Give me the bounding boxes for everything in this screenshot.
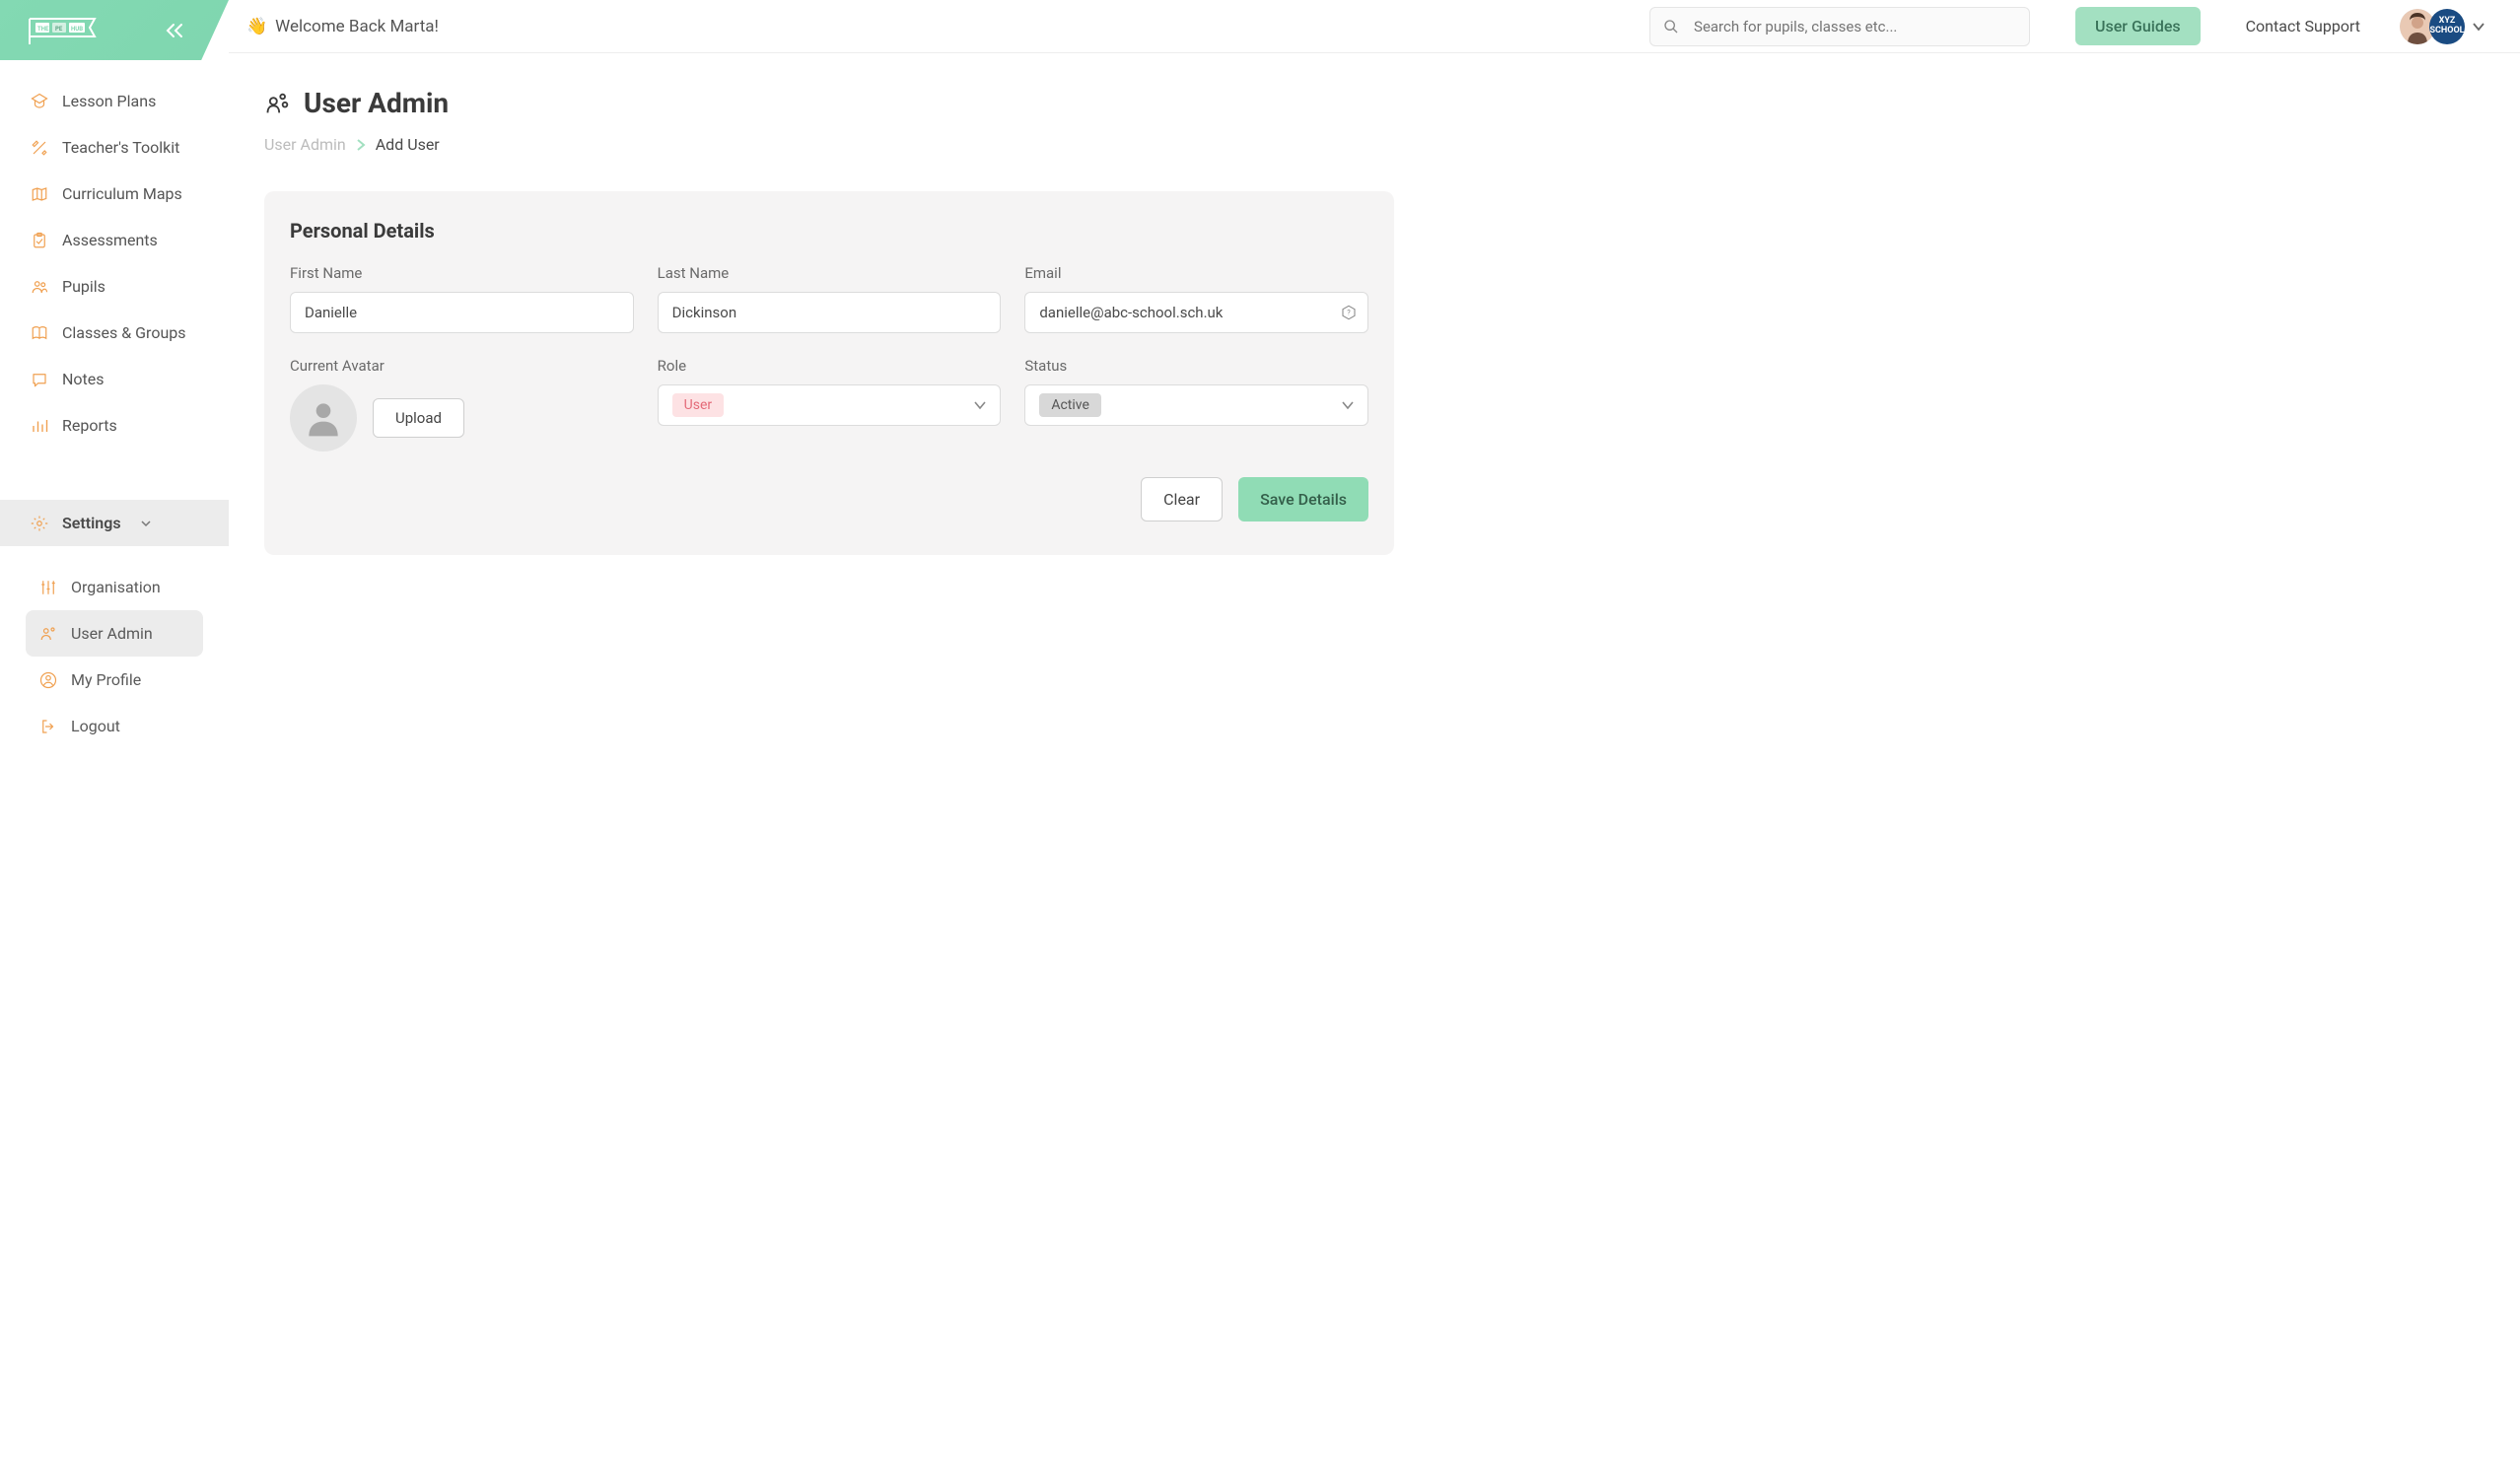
nav-pupils[interactable]: Pupils xyxy=(0,263,229,310)
search-icon xyxy=(1663,19,1679,35)
nav-teachers-toolkit[interactable]: Teacher's Toolkit xyxy=(0,124,229,171)
nav-label: Reports xyxy=(62,416,117,435)
chevron-down-icon xyxy=(2473,22,2485,32)
first-name-input[interactable] xyxy=(290,292,634,333)
chevron-down-icon xyxy=(974,400,986,410)
wave-emoji: 👋 xyxy=(246,17,267,36)
svg-text:PE: PE xyxy=(55,26,63,33)
book-open-icon xyxy=(31,324,48,342)
tools-icon xyxy=(31,139,48,157)
sidebar: THE PE HUB Lesson Plans Teacher's Toolki… xyxy=(0,0,229,1459)
role-badge: User xyxy=(672,393,724,417)
welcome-text: Welcome Back Marta! xyxy=(275,17,439,36)
nav-label: Classes & Groups xyxy=(62,323,186,342)
graduation-cap-icon xyxy=(31,93,48,110)
main: 👋 Welcome Back Marta! User Guides Contac… xyxy=(229,0,2520,1459)
last-name-label: Last Name xyxy=(658,264,1002,282)
sub-nav-logout[interactable]: Logout xyxy=(0,703,229,749)
welcome-message: 👋 Welcome Back Marta! xyxy=(246,17,439,36)
content: User Admin User Admin Add User Personal … xyxy=(229,53,2520,1459)
users-icon xyxy=(31,278,48,296)
user-circle-icon xyxy=(39,671,57,689)
nav-label: Teacher's Toolkit xyxy=(62,138,179,157)
search-wrap xyxy=(1649,7,2030,46)
avatar-placeholder xyxy=(290,384,357,452)
save-details-button[interactable]: Save Details xyxy=(1238,477,1368,521)
search-input[interactable] xyxy=(1649,7,2030,46)
breadcrumb: User Admin Add User xyxy=(264,135,2485,154)
email-input[interactable] xyxy=(1024,292,1368,333)
collapse-sidebar-icon[interactable] xyxy=(166,23,183,38)
avatar-label: Current Avatar xyxy=(290,357,634,375)
nav-label: Lesson Plans xyxy=(62,92,156,110)
nav-label: Notes xyxy=(62,370,105,388)
users-admin-icon xyxy=(39,625,57,643)
gear-icon xyxy=(31,515,48,532)
sub-nav-label: Logout xyxy=(71,717,120,735)
org-badge: XYZ SCHOOL xyxy=(2429,9,2465,44)
email-label: Email xyxy=(1024,264,1368,282)
clipboard-check-icon xyxy=(31,232,48,249)
nav-label: Pupils xyxy=(62,277,105,296)
chat-icon xyxy=(31,371,48,388)
role-label: Role xyxy=(658,357,1002,375)
nav-curriculum-maps[interactable]: Curriculum Maps xyxy=(0,171,229,217)
nav-notes[interactable]: Notes xyxy=(0,356,229,402)
status-select[interactable]: Active xyxy=(1024,384,1368,426)
page-title: User Admin xyxy=(304,87,449,119)
sub-nav: Organisation User Admin My Profile xyxy=(0,546,229,749)
contact-support-link[interactable]: Contact Support xyxy=(2246,17,2360,35)
status-label: Status xyxy=(1024,357,1368,375)
sub-nav-my-profile[interactable]: My Profile xyxy=(0,657,229,703)
logo-icon: THE PE HUB xyxy=(28,15,114,46)
sub-nav-label: Organisation xyxy=(71,578,161,596)
personal-details-panel: Personal Details First Name Last Name Em… xyxy=(264,191,1394,555)
nav-assessments[interactable]: Assessments xyxy=(0,217,229,263)
settings-label: Settings xyxy=(62,514,121,532)
sub-nav-organisation[interactable]: Organisation xyxy=(0,564,229,610)
page-header: User Admin xyxy=(264,87,2485,119)
svg-text:?: ? xyxy=(1347,309,1351,317)
breadcrumb-current: Add User xyxy=(376,135,440,154)
help-icon[interactable]: ? xyxy=(1341,305,1357,320)
sliders-icon xyxy=(39,579,57,596)
sub-nav-user-admin[interactable]: User Admin xyxy=(26,610,203,657)
nav-label: Assessments xyxy=(62,231,158,249)
svg-text:THE: THE xyxy=(37,26,49,33)
nav-reports[interactable]: Reports xyxy=(0,402,229,449)
last-name-input[interactable] xyxy=(658,292,1002,333)
status-badge: Active xyxy=(1039,393,1101,417)
nav-lesson-plans[interactable]: Lesson Plans xyxy=(0,78,229,124)
nav-label: Curriculum Maps xyxy=(62,184,182,203)
chevron-down-icon xyxy=(1342,400,1354,410)
svg-text:HUB: HUB xyxy=(71,26,83,33)
sub-nav-label: My Profile xyxy=(71,670,141,689)
sub-nav-label: User Admin xyxy=(71,624,153,643)
users-admin-icon xyxy=(264,90,292,117)
chevron-down-icon xyxy=(141,520,151,527)
topbar: 👋 Welcome Back Marta! User Guides Contac… xyxy=(229,0,2520,53)
role-select[interactable]: User xyxy=(658,384,1002,426)
clear-button[interactable]: Clear xyxy=(1141,477,1223,521)
nav-classes-groups[interactable]: Classes & Groups xyxy=(0,310,229,356)
map-icon xyxy=(31,185,48,203)
account-menu[interactable]: XYZ SCHOOL xyxy=(2406,9,2485,44)
user-guides-button[interactable]: User Guides xyxy=(2075,7,2201,45)
first-name-label: First Name xyxy=(290,264,634,282)
logo[interactable]: THE PE HUB xyxy=(0,0,229,60)
logout-icon xyxy=(39,718,57,735)
panel-title: Personal Details xyxy=(290,219,1368,243)
breadcrumb-root[interactable]: User Admin xyxy=(264,135,346,154)
upload-button[interactable]: Upload xyxy=(373,398,464,438)
chevron-right-icon xyxy=(356,139,366,151)
nav-settings[interactable]: Settings xyxy=(0,500,229,546)
nav-list: Lesson Plans Teacher's Toolkit Curriculu… xyxy=(0,60,229,449)
bar-chart-icon xyxy=(31,417,48,435)
